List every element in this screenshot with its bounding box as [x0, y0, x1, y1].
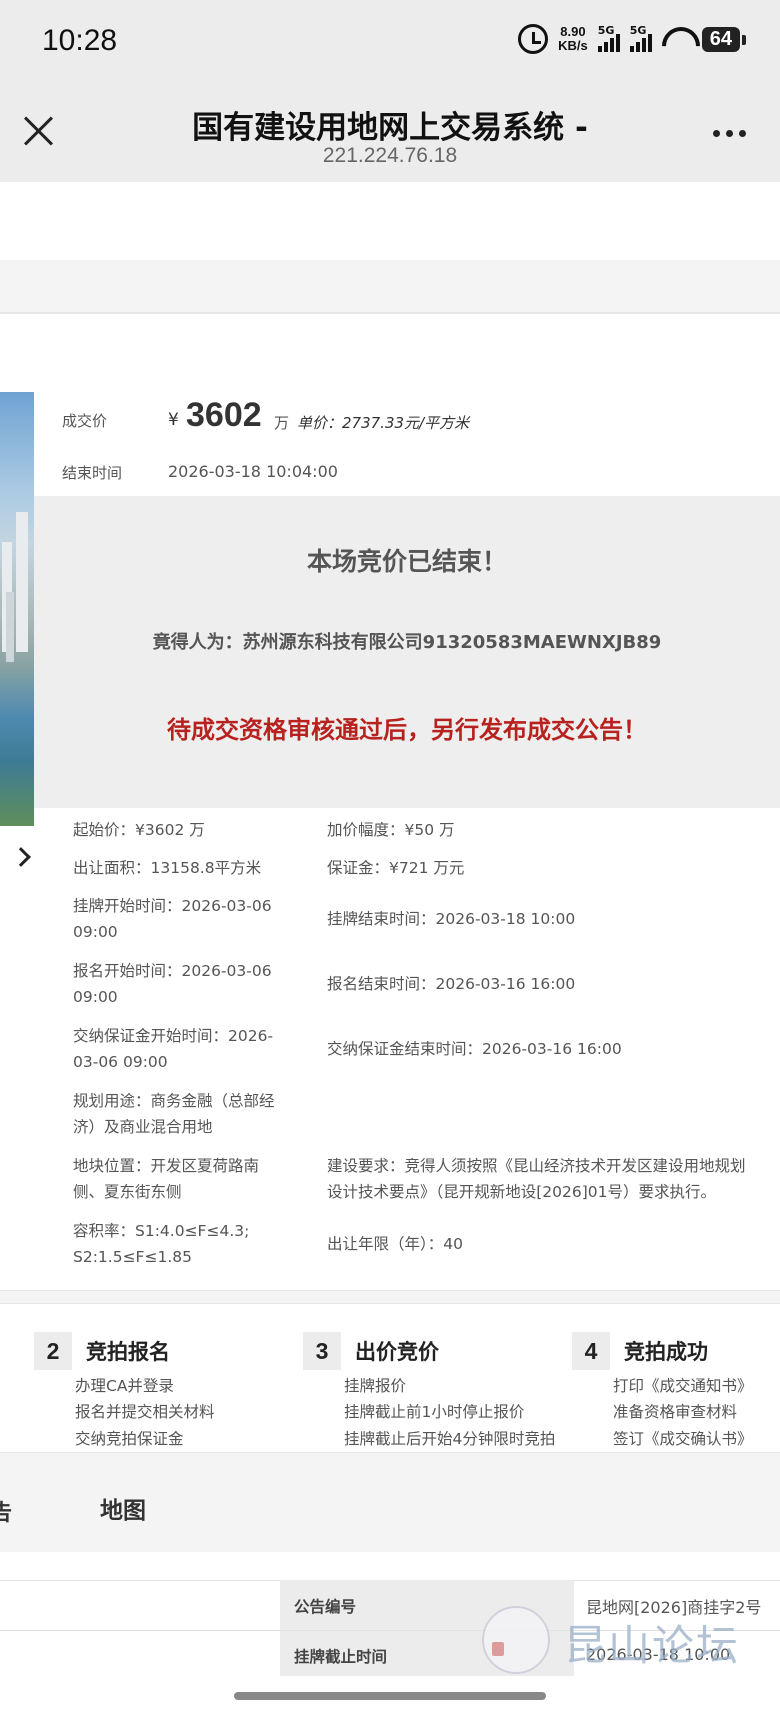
browser-title-bar: 国有建设用地网上交易系统 - 221.224.76.18 — [0, 86, 780, 182]
alarm-icon — [518, 24, 549, 54]
step-4-number: 4 — [572, 1332, 610, 1370]
deal-price-label: 成交价 — [62, 412, 108, 430]
step-3-item: 挂牌截止后开始4分钟限时竞拍 — [344, 1430, 556, 1448]
step-3-number: 3 — [303, 1332, 341, 1370]
step-3-title: 出价竞价 — [355, 1340, 439, 1364]
signup-end-time: 报名结束时间：2026-03-16 16:00 — [327, 975, 576, 993]
unit-price: 单价：2737.33元/平方米 — [297, 414, 470, 432]
listing-deadline-label: 挂牌截止时间 — [294, 1648, 388, 1666]
auction-ended-title: 本场竞价已结束！ — [306, 547, 507, 576]
signal-icon-sim1: 5G — [597, 24, 620, 52]
more-options-icon[interactable] — [713, 130, 746, 137]
start-price: 起始价：¥3602 万 — [73, 821, 205, 839]
status-icons: 8.90 KB/s 5G 5G 64 — [518, 24, 747, 54]
battery-icon: 64 — [701, 26, 747, 52]
page-url: 221.224.76.18 — [322, 144, 458, 167]
step-3-item: 挂牌报价 — [344, 1377, 407, 1395]
tab-announcement[interactable]: 告 — [0, 1495, 12, 1527]
step-2-title: 竞拍报名 — [86, 1340, 170, 1364]
deal-price-value: 3602 — [186, 396, 262, 434]
deposit-end-time: 交纳保证金结束时间：2026-03-16 16:00 — [327, 1040, 622, 1058]
step-2-item: 交纳竞拍保证金 — [75, 1430, 184, 1448]
step-2-item: 办理CA并登录 — [75, 1377, 174, 1395]
step-2-number: 2 — [34, 1332, 72, 1370]
step-4-item: 准备资格审查材料 — [613, 1403, 738, 1421]
end-time-value: 2026-03-18 10:04:00 — [168, 462, 338, 481]
watermark-text: 昆山论坛 — [564, 1621, 741, 1670]
announcement-number-label: 公告编号 — [294, 1598, 357, 1616]
forum-watermark: 昆山论坛 — [482, 1606, 772, 1678]
deal-price-unit: 万 — [274, 414, 290, 432]
signal-icon-sim2: 5G — [629, 24, 652, 52]
construction-requirement: 建设要求：竞得人须按照《昆山经济技术开发区建设用地规划 设计技术要点》（昆开规新… — [327, 1157, 746, 1201]
planned-usage: 规划用途：商务金融（总部经 济）及商业混合用地 — [73, 1092, 275, 1136]
gray-divider-band — [0, 260, 780, 314]
tab-map[interactable]: 地图 — [100, 1491, 146, 1525]
auction-result-panel: 本场竞价已结束！ 竟得人为：苏州源东科技有限公司91320583MAEWNXJB… — [34, 496, 780, 808]
step-4-item: 打印《成交通知书》 — [613, 1377, 753, 1395]
lease-term: 出让年限（年）：40 — [327, 1235, 463, 1253]
detail-tabs: 告 地图 — [0, 1452, 780, 1552]
currency-symbol: ¥ — [168, 410, 179, 430]
parcel-location: 地块位置：开发区夏荷路南 侧、夏东街东侧 — [73, 1157, 260, 1201]
deposit-start-time: 交纳保证金开始时间：2026- 03-06 09:00 — [73, 1027, 274, 1071]
end-time-label: 结束时间 — [62, 464, 123, 482]
deposit: 保证金：¥721 万元 — [327, 859, 465, 877]
step-3-item: 挂牌截止前1小时停止报价 — [344, 1403, 525, 1421]
status-bar: 10:28 8.90 KB/s 5G 5G 64 — [0, 0, 780, 86]
step-4-item: 签订《成交确认书》 — [613, 1430, 753, 1448]
area: 出让面积：13158.8平方米 — [73, 859, 262, 877]
listing-end-time: 挂牌结束时间：2026-03-18 10:00 — [327, 910, 576, 928]
network-speed: 8.90 KB/s — [558, 24, 588, 53]
blank-header-area — [0, 182, 780, 260]
seal-icon — [482, 1606, 550, 1674]
floor-area-ratio: 容积率：S1:4.0≤F≤4.3; S2:1.5≤F≤1.85 — [73, 1222, 250, 1266]
step-4-title: 竞拍成功 — [624, 1340, 708, 1364]
page-title: 国有建设用地网上交易系统 - — [192, 110, 588, 146]
signup-start-time: 报名开始时间：2026-03-06 09:00 — [73, 962, 272, 1006]
step-2-item: 报名并提交相关材料 — [75, 1403, 215, 1421]
bid-increment: 加价幅度：¥50 万 — [327, 821, 455, 839]
section-divider — [0, 1290, 780, 1304]
pending-notice: 待成交资格审核通过后，另行发布成交公告！ — [167, 716, 647, 744]
winner-text: 竟得人为：苏州源东科技有限公司91320583MAEWNXJB89 — [152, 632, 662, 653]
chevron-right-icon[interactable] — [11, 847, 31, 867]
wifi-icon — [662, 27, 692, 51]
status-time: 10:28 — [42, 24, 118, 57]
home-indicator[interactable] — [234, 1692, 546, 1700]
listing-start-time: 挂牌开始时间：2026-03-06 09:00 — [73, 897, 272, 941]
parcel-photo[interactable] — [0, 392, 34, 826]
